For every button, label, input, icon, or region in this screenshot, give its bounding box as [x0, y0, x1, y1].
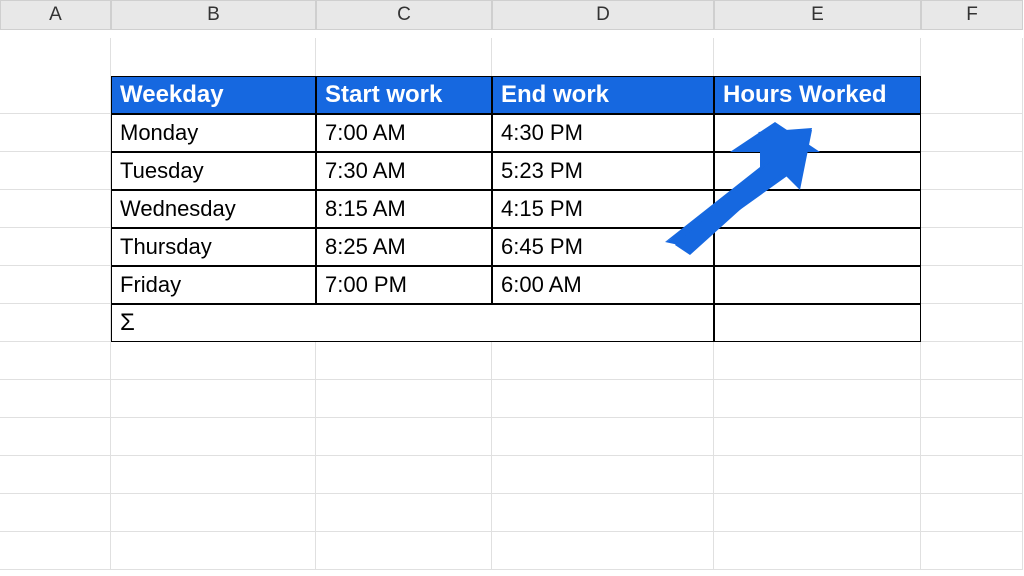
cell-start-fri[interactable]: 7:00 PM [316, 266, 492, 304]
cell-A14[interactable] [0, 532, 111, 570]
cell-A10[interactable] [0, 380, 111, 418]
cell-E11[interactable] [714, 418, 921, 456]
cell-B10[interactable] [111, 380, 316, 418]
header-hours-worked[interactable]: Hours Worked [714, 76, 921, 114]
cell-C13[interactable] [316, 494, 492, 532]
cell-A6[interactable] [0, 228, 111, 266]
cell-B12[interactable] [111, 456, 316, 494]
cell-hours-total[interactable] [714, 304, 921, 342]
cell-B11[interactable] [111, 418, 316, 456]
cell-E12[interactable] [714, 456, 921, 494]
cell-start-tue[interactable]: 7:30 AM [316, 152, 492, 190]
cell-D12[interactable] [492, 456, 714, 494]
cell-weekday-thu[interactable]: Thursday [111, 228, 316, 266]
cell-start-mon[interactable]: 7:00 AM [316, 114, 492, 152]
cell-F6[interactable] [921, 228, 1023, 266]
cell-A12[interactable] [0, 456, 111, 494]
cell-start-thu[interactable]: 8:25 AM [316, 228, 492, 266]
cell-D14[interactable] [492, 532, 714, 570]
cell-A9[interactable] [0, 342, 111, 380]
cell-A11[interactable] [0, 418, 111, 456]
cell-A8[interactable] [0, 304, 111, 342]
cell-weekday-wed[interactable]: Wednesday [111, 190, 316, 228]
cell-end-fri[interactable]: 6:00 AM [492, 266, 714, 304]
cell-F14[interactable] [921, 532, 1023, 570]
cell-B9[interactable] [111, 342, 316, 380]
cell-F8[interactable] [921, 304, 1023, 342]
col-header-E[interactable]: E [714, 0, 921, 30]
cell-D9[interactable] [492, 342, 714, 380]
cell-hours-fri[interactable] [714, 266, 921, 304]
header-end-work[interactable]: End work [492, 76, 714, 114]
cell-hours-mon[interactable] [714, 114, 921, 152]
cell-A13[interactable] [0, 494, 111, 532]
cell-A7[interactable] [0, 266, 111, 304]
cell-weekday-fri[interactable]: Friday [111, 266, 316, 304]
cell-E9[interactable] [714, 342, 921, 380]
cell-end-mon[interactable]: 4:30 PM [492, 114, 714, 152]
cell-F7[interactable] [921, 266, 1023, 304]
cell-start-wed[interactable]: 8:15 AM [316, 190, 492, 228]
cell-F12[interactable] [921, 456, 1023, 494]
cell-F10[interactable] [921, 380, 1023, 418]
col-header-A[interactable]: A [0, 0, 111, 30]
cell-F9[interactable] [921, 342, 1023, 380]
cell-D11[interactable] [492, 418, 714, 456]
cell-C11[interactable] [316, 418, 492, 456]
spreadsheet: A B C D E F Weekday Start work End work … [0, 0, 1024, 570]
cell-C12[interactable] [316, 456, 492, 494]
cell-end-tue[interactable]: 5:23 PM [492, 152, 714, 190]
cell-F4[interactable] [921, 152, 1023, 190]
col-header-B[interactable]: B [111, 0, 316, 30]
cell-A2[interactable] [0, 76, 111, 114]
cell-F13[interactable] [921, 494, 1023, 532]
cell-hours-wed[interactable] [714, 190, 921, 228]
col-header-F[interactable]: F [921, 0, 1023, 30]
header-start-work[interactable]: Start work [316, 76, 492, 114]
col-header-C[interactable]: C [316, 0, 492, 30]
cell-weekday-mon[interactable]: Monday [111, 114, 316, 152]
cell-B13[interactable] [111, 494, 316, 532]
cell-A5[interactable] [0, 190, 111, 228]
cell-D10[interactable] [492, 380, 714, 418]
cell-C9[interactable] [316, 342, 492, 380]
cell-D13[interactable] [492, 494, 714, 532]
cell-sigma[interactable]: Σ [111, 304, 714, 342]
cell-F3[interactable] [921, 114, 1023, 152]
col-header-D[interactable]: D [492, 0, 714, 30]
cell-B14[interactable] [111, 532, 316, 570]
cell-A3[interactable] [0, 114, 111, 152]
cell-E10[interactable] [714, 380, 921, 418]
cell-hours-thu[interactable] [714, 228, 921, 266]
header-weekday[interactable]: Weekday [111, 76, 316, 114]
cell-end-thu[interactable]: 6:45 PM [492, 228, 714, 266]
cell-E14[interactable] [714, 532, 921, 570]
cell-F2[interactable] [921, 76, 1023, 114]
cell-end-wed[interactable]: 4:15 PM [492, 190, 714, 228]
cell-A4[interactable] [0, 152, 111, 190]
cell-weekday-tue[interactable]: Tuesday [111, 152, 316, 190]
cell-hours-tue[interactable] [714, 152, 921, 190]
cell-F5[interactable] [921, 190, 1023, 228]
cell-E13[interactable] [714, 494, 921, 532]
cell-C14[interactable] [316, 532, 492, 570]
cell-F11[interactable] [921, 418, 1023, 456]
cell-C10[interactable] [316, 380, 492, 418]
